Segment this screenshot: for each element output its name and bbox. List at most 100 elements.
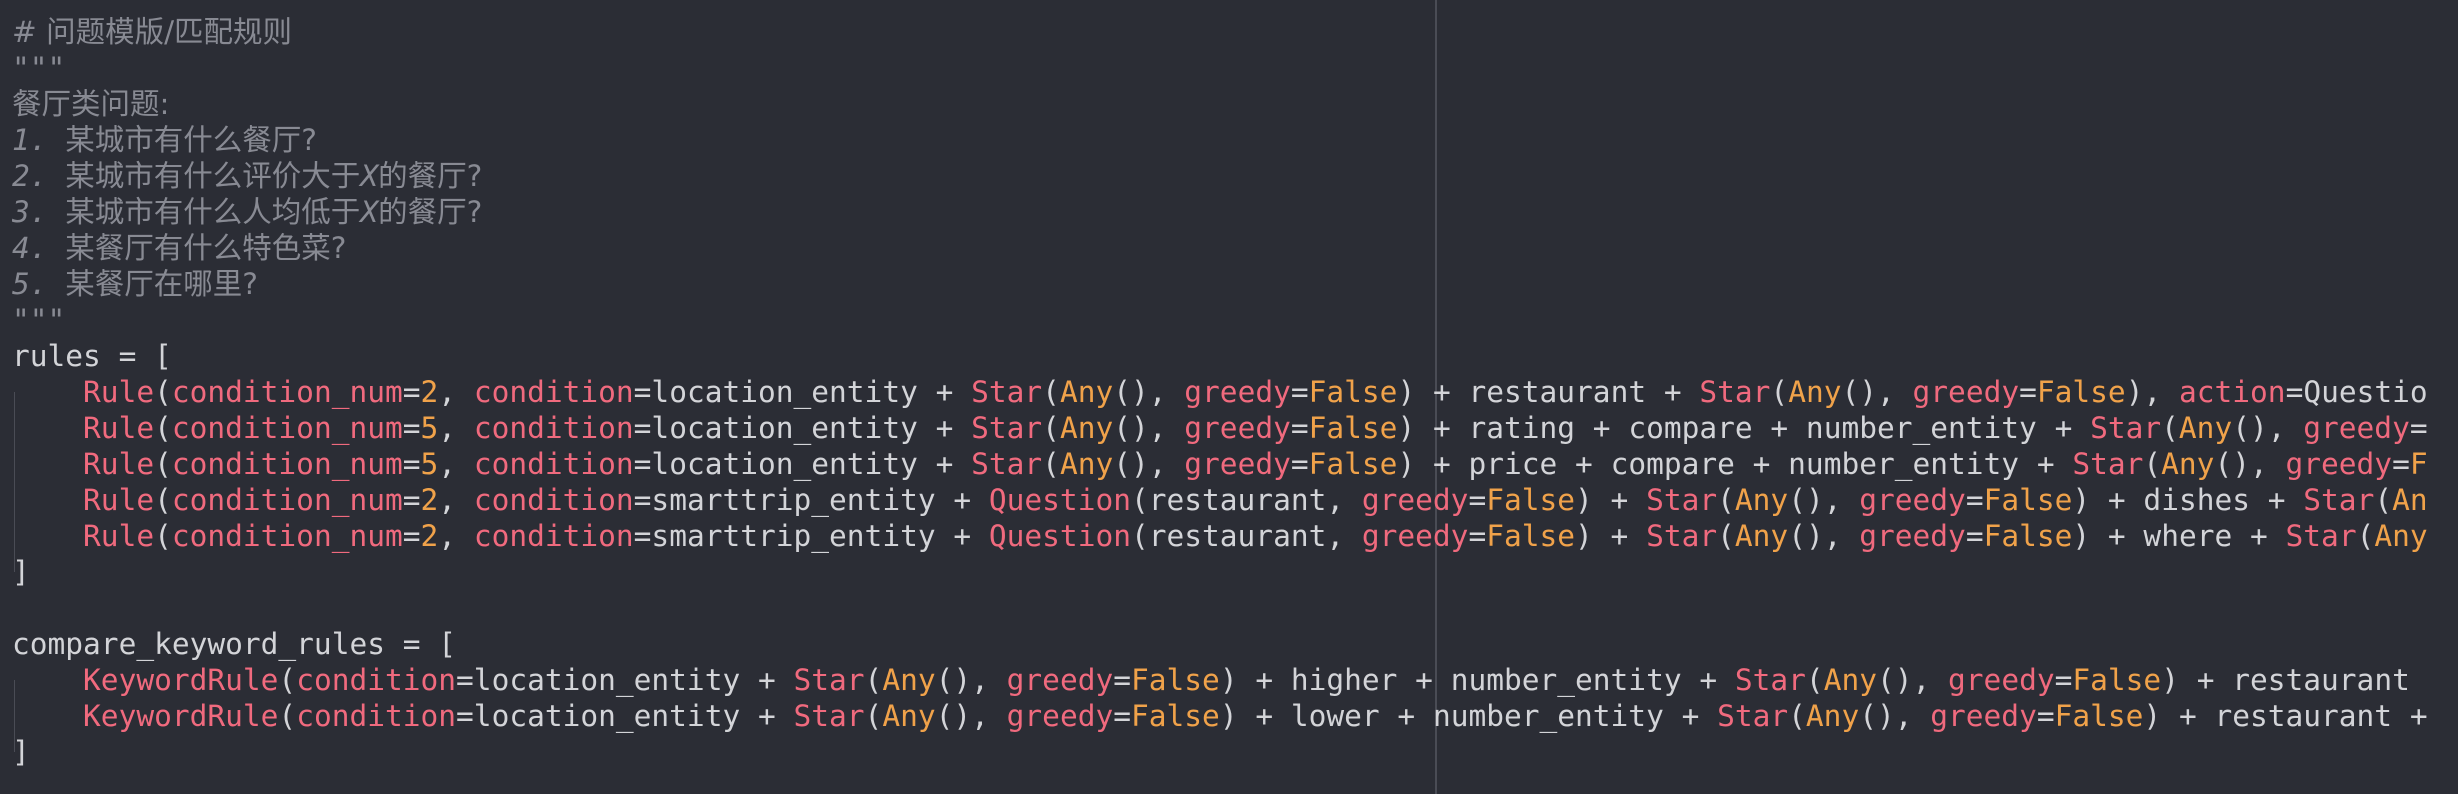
code-token: ( (1805, 663, 1824, 697)
code-token: ( (1788, 699, 1806, 733)
code-token: = (402, 519, 421, 553)
code-line[interactable] (12, 590, 2458, 626)
code-token: Any (1059, 447, 1114, 481)
code-token: ( (154, 375, 172, 409)
code-token: greedy (1912, 375, 2020, 409)
code-token: 某城市有什么餐厅? (65, 123, 317, 157)
code-line[interactable]: Rule(condition_num=2, condition=location… (12, 374, 2458, 410)
code-token: ) + (1575, 519, 1647, 553)
code-token: ( (1042, 411, 1060, 445)
code-token: ( (154, 411, 172, 445)
code-line[interactable]: 5. 某餐厅在哪里? (12, 266, 2458, 302)
code-token: ) + rating + compare + number_entity + (1397, 411, 2091, 445)
code-token: 2. (12, 159, 66, 193)
code-token: condition (296, 699, 457, 733)
code-token: Star (971, 375, 1043, 409)
code-token: Question (988, 519, 1131, 553)
code-token: Star (971, 447, 1043, 481)
code-token: Rule (83, 447, 155, 481)
code-token: False (1983, 519, 2073, 553)
code-token: = (1113, 699, 1131, 733)
code-line[interactable]: """ (12, 302, 2458, 338)
code-token: Any (1788, 375, 1842, 409)
code-token: (), (1113, 447, 1185, 481)
code-line[interactable]: Rule(condition_num=2, condition=smarttri… (12, 482, 2458, 518)
code-token: Star (2303, 483, 2375, 517)
code-line[interactable]: """ (12, 50, 2458, 86)
code-token: greedy (1930, 699, 2037, 733)
code-token: 5. (12, 267, 66, 301)
code-token: condition (473, 519, 634, 553)
code-token: 3. (12, 195, 66, 229)
code-token: = (1468, 519, 1487, 553)
code-token: 4. (12, 231, 66, 265)
code-token: ) + higher + number_entity + (1219, 663, 1735, 697)
code-token: greedy (1184, 375, 1291, 409)
code-token: ( (154, 483, 172, 517)
code-token: 餐厅类问题: (12, 87, 170, 121)
code-token: Any (2178, 411, 2233, 445)
code-token: (), (1113, 375, 1185, 409)
code-token: ) + dishes + (2072, 483, 2304, 517)
code-line[interactable]: 1. 某城市有什么餐厅? (12, 122, 2458, 158)
code-token: ( (278, 663, 297, 697)
code-token: condition_num (171, 447, 403, 481)
code-line[interactable]: # 问题模版/匹配规则 (12, 14, 2458, 50)
code-token: Star (1646, 483, 1718, 517)
code-token: condition (473, 483, 634, 517)
code-token: greedy (1859, 519, 1966, 553)
code-token: (), (1788, 483, 1860, 517)
code-token: ( (2143, 447, 2162, 481)
code-token: = (402, 375, 421, 409)
code-token: False (2036, 375, 2126, 409)
code-token: KeywordRule (83, 699, 279, 733)
code-line[interactable]: rules = [ (12, 338, 2458, 374)
code-token: ] (12, 735, 30, 769)
code-token: greedy (2285, 447, 2393, 481)
code-token: greedy (1361, 483, 1469, 517)
code-token: (restaurant, (1130, 519, 1362, 553)
code-token: 5 (420, 447, 439, 481)
code-editor[interactable]: # 问题模版/匹配规则 """ 餐厅类问题: 1. 某城市有什么餐厅? 2. 某城市有什… (0, 0, 2458, 794)
code-token: ( (278, 699, 297, 733)
code-token: = (2036, 699, 2055, 733)
code-token: =location_entity + (633, 447, 972, 481)
code-token: =location_entity + (633, 375, 972, 409)
code-token: condition (473, 375, 634, 409)
code-token: Rule (83, 375, 155, 409)
code-token: ) + price + compare + number_entity + (1397, 447, 2073, 481)
code-token: ) + lower + number_entity + (1219, 699, 1718, 733)
code-line[interactable]: KeywordRule(condition=location_entity + … (12, 698, 2458, 734)
code-token: = (2054, 663, 2073, 697)
code-token: =location_entity + (633, 411, 972, 445)
code-line[interactable]: 3. 某城市有什么人均低于X的餐厅? (12, 194, 2458, 230)
code-line[interactable]: compare_keyword_rules = [ (12, 626, 2458, 662)
code-line[interactable]: Rule(condition_num=5, condition=location… (12, 446, 2458, 482)
code-line[interactable]: Rule(condition_num=5, condition=location… (12, 410, 2458, 446)
code-token: greedy (1361, 519, 1469, 553)
code-token: # 问题模版/匹配规则 (12, 15, 293, 49)
code-token: condition (473, 447, 634, 481)
code-token: , (438, 447, 474, 481)
code-token: condition_num (171, 519, 403, 553)
code-token: ), (2125, 375, 2179, 409)
code-token: X (360, 195, 379, 229)
code-line[interactable]: 4. 某餐厅有什么特色菜? (12, 230, 2458, 266)
code-line[interactable]: ] (12, 734, 2458, 770)
code-line[interactable]: KeywordRule(condition=location_entity + … (12, 662, 2458, 698)
code-token: """ (12, 51, 66, 85)
code-line[interactable]: Rule(condition_num=2, condition=smarttri… (12, 518, 2458, 554)
code-content[interactable]: # 问题模版/匹配规则 """ 餐厅类问题: 1. 某城市有什么餐厅? 2. 某城市有什… (12, 14, 2458, 770)
code-token: 某餐厅有什么特色菜? (65, 231, 347, 265)
code-token: False (1131, 663, 1220, 697)
code-line[interactable]: ] (12, 554, 2458, 590)
code-token: Star (1734, 663, 1806, 697)
code-line[interactable]: 2. 某城市有什么评价大于X的餐厅? (12, 158, 2458, 194)
code-token: = (1965, 483, 1984, 517)
code-token: False (1308, 411, 1398, 445)
code-token: Any (1805, 699, 1860, 733)
code-token: = (1290, 411, 1309, 445)
code-line[interactable]: 餐厅类问题: (12, 86, 2458, 122)
